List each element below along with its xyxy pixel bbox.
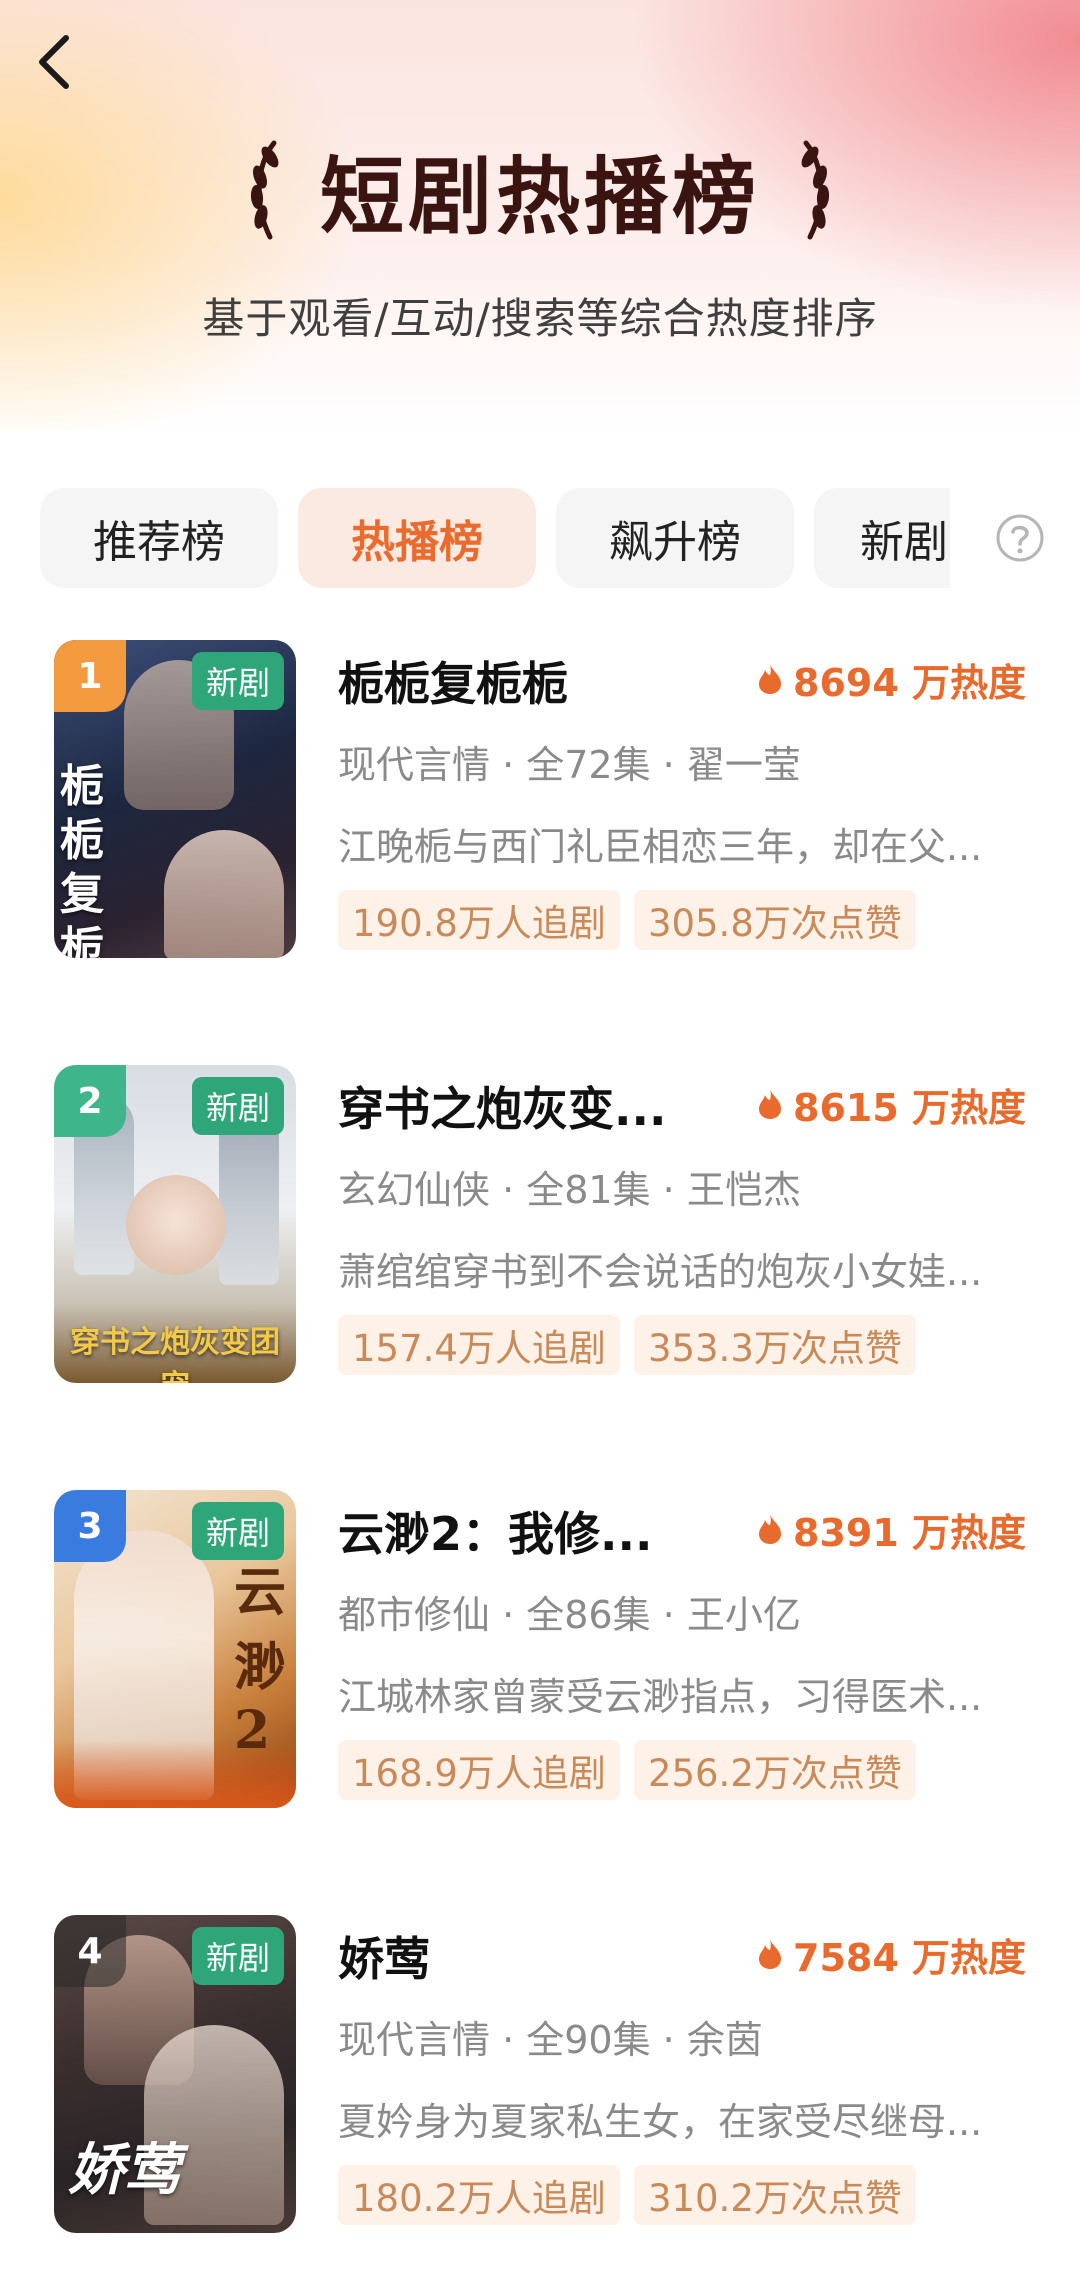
list-item[interactable]: 穿书之炮灰变团宠 2 新剧 穿书之炮灰变... 8615 万热度 玄幻仙侠 · … — [0, 1065, 1080, 1490]
drama-title[interactable]: 娇莺 — [338, 1923, 718, 1983]
item-info: 娇莺 7584 万热度 现代言情 · 全90集 · 余茵 夏妗身为夏家私生女，在… — [338, 1915, 1038, 2233]
poster-title: 栀栀复栀栀 — [60, 761, 104, 958]
likes-count: 305.8万次点赞 — [633, 890, 916, 950]
followers-count: 190.8万人追剧 — [338, 890, 620, 950]
rank-badge: 4 — [54, 1915, 126, 1987]
help-icon[interactable] — [994, 512, 1046, 564]
followers-count: 157.4万人追剧 — [338, 1315, 620, 1375]
poster-title: 云渺2 — [234, 1562, 287, 1761]
likes-count: 353.3万次点赞 — [633, 1315, 916, 1375]
tab-rising[interactable]: 飙升榜 — [556, 488, 794, 588]
followers-count: 168.9万人追剧 — [338, 1740, 620, 1800]
rank-badge: 2 — [54, 1065, 126, 1137]
flame-icon — [759, 1514, 781, 1544]
drama-description: 夏妗身为夏家私生女，在家受尽继母... — [338, 2100, 983, 2144]
drama-title[interactable]: 穿书之炮灰变... — [338, 1073, 718, 1133]
drama-meta: 玄幻仙侠 · 全81集 · 王恺杰 — [338, 1168, 801, 1212]
poster-image[interactable]: 娇莺 4 新剧 — [54, 1915, 296, 2233]
heat-score: 7584 万热度 — [757, 1929, 1026, 1980]
poster-title: 娇莺 — [68, 2137, 180, 2203]
flame-icon — [759, 1939, 781, 1969]
drama-stats: 168.9万人追剧 256.2万次点赞 — [338, 1740, 916, 1800]
drama-meta: 现代言情 · 全72集 · 翟一莹 — [338, 743, 801, 787]
drama-meta: 都市修仙 · 全86集 · 王小亿 — [338, 1593, 801, 1637]
drama-stats: 180.2万人追剧 310.2万次点赞 — [338, 2165, 916, 2225]
tab-new[interactable]: 新剧 — [814, 488, 950, 588]
back-button[interactable] — [22, 30, 86, 94]
list-item[interactable]: 栀栀复栀栀 1 新剧 栀栀复栀栀 8694 万热度 现代言情 · 全72集 · … — [0, 640, 1080, 1065]
likes-count: 310.2万次点赞 — [633, 2165, 916, 2225]
heat-value: 7584 万热度 — [793, 1935, 1026, 1980]
page-subtitle: 基于观看/互动/搜索等综合热度排序 — [202, 294, 878, 343]
heat-score: 8615 万热度 — [757, 1079, 1026, 1130]
followers-count: 180.2万人追剧 — [338, 2165, 620, 2225]
drama-title[interactable]: 栀栀复栀栀 — [338, 648, 718, 708]
list-item[interactable]: 娇莺 4 新剧 娇莺 7584 万热度 现代言情 · 全90集 · 余茵 夏妗身… — [0, 1915, 1080, 2269]
drama-description: 江晚栀与西门礼臣相恋三年，却在父... — [338, 825, 983, 869]
poster-figure — [164, 830, 284, 958]
laurel-left-icon — [250, 140, 279, 240]
drama-title[interactable]: 云渺2：我修... — [338, 1498, 718, 1558]
drama-stats: 157.4万人追剧 353.3万次点赞 — [338, 1315, 916, 1375]
poster-image[interactable]: 穿书之炮灰变团宠 2 新剧 — [54, 1065, 296, 1383]
tab-trending[interactable]: 热播榜 — [298, 488, 536, 588]
flame-icon — [759, 664, 781, 694]
rank-badge: 3 — [54, 1490, 126, 1562]
drama-meta: 现代言情 · 全90集 · 余茵 — [338, 2018, 763, 2062]
heat-score: 8694 万热度 — [757, 654, 1026, 705]
drama-description: 江城林家曾蒙受云渺指点，习得医术... — [338, 1675, 983, 1719]
title-row: 短剧热播榜 — [0, 130, 1080, 250]
new-badge: 新剧 — [191, 1502, 284, 1560]
heat-value: 8694 万热度 — [793, 660, 1026, 705]
item-info: 穿书之炮灰变... 8615 万热度 玄幻仙侠 · 全81集 · 王恺杰 萧绾绾… — [338, 1065, 1038, 1383]
poster-title: 穿书之炮灰变团宠 — [70, 1325, 280, 1383]
rank-badge: 1 — [54, 640, 126, 712]
tab-recommended[interactable]: 推荐榜 — [40, 488, 278, 588]
drama-stats: 190.8万人追剧 305.8万次点赞 — [338, 890, 916, 950]
ranking-tabs: 推荐榜 热播榜 飙升榜 新剧 — [40, 486, 1040, 590]
likes-count: 256.2万次点赞 — [633, 1740, 916, 1800]
drama-description: 萧绾绾穿书到不会说话的炮灰小女娃... — [338, 1250, 983, 1294]
item-info: 栀栀复栀栀 8694 万热度 现代言情 · 全72集 · 翟一莹 江晚栀与西门礼… — [338, 640, 1038, 958]
new-badge: 新剧 — [191, 652, 284, 710]
drama-list: 栀栀复栀栀 1 新剧 栀栀复栀栀 8694 万热度 现代言情 · 全72集 · … — [0, 640, 1080, 2269]
poster-figure — [126, 1175, 226, 1275]
item-info: 云渺2：我修... 8391 万热度 都市修仙 · 全86集 · 王小亿 江城林… — [338, 1490, 1038, 1808]
heat-value: 8615 万热度 — [793, 1085, 1026, 1130]
laurel-right-icon — [801, 140, 830, 240]
heat-score: 8391 万热度 — [757, 1504, 1026, 1555]
poster-image[interactable]: 云渺2 3 新剧 — [54, 1490, 296, 1808]
new-badge: 新剧 — [191, 1077, 284, 1135]
chevron-left-icon — [39, 35, 69, 89]
heat-value: 8391 万热度 — [793, 1510, 1026, 1555]
new-badge: 新剧 — [191, 1927, 284, 1985]
flame-icon — [759, 1089, 781, 1119]
page-title: 短剧热播榜 — [319, 146, 760, 246]
list-item[interactable]: 云渺2 3 新剧 云渺2：我修... 8391 万热度 都市修仙 · 全86集 … — [0, 1490, 1080, 1915]
poster-image[interactable]: 栀栀复栀栀 1 新剧 — [54, 640, 296, 958]
